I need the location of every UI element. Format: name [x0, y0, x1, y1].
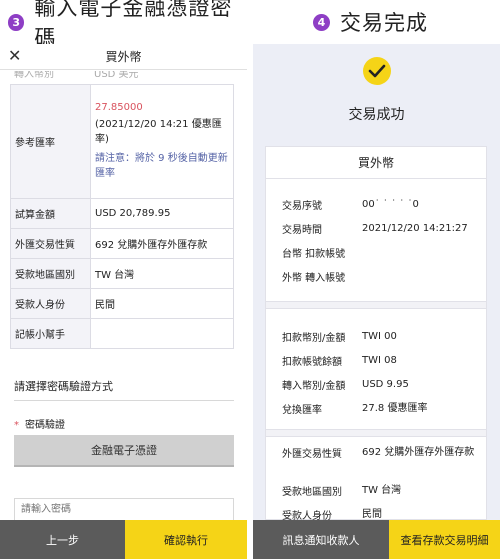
- item-value: TWI 00: [362, 331, 397, 342]
- row-value: 692 兌購外匯存外匯存款: [90, 228, 234, 259]
- item-value: USD 9.95: [362, 379, 409, 390]
- list-item: 兌換匯率 27.8 優惠匯率: [282, 401, 482, 416]
- e-certificate-button[interactable]: 金融電子憑證: [14, 435, 234, 467]
- table-row: 受款人身份 民間: [10, 288, 234, 319]
- item-key: 兌換匯率: [282, 405, 322, 416]
- item-value: 2021/12/20 14:21:27: [362, 223, 468, 234]
- table-row: 記帳小幫手: [10, 318, 234, 349]
- step-title: 交易完成: [340, 11, 428, 35]
- item-key: 轉入幣別/金額: [282, 381, 346, 392]
- item-key: 台幣 扣款帳號: [282, 249, 346, 260]
- step-header: 3 輸入電子金融憑證密碼: [0, 0, 247, 50]
- required-mark: *: [14, 420, 19, 431]
- row-value: USD 20,789.95: [90, 198, 234, 229]
- view-transaction-details-button[interactable]: 查看存款交易明細: [389, 520, 500, 559]
- item-value: 27.8 優惠匯率: [362, 403, 428, 414]
- password-step-panel: 3 輸入電子金融憑證密碼 ✕ 買外幣 轉入幣別 USD 美元 參考匯率 27.8…: [0, 0, 247, 559]
- item-key: 扣款帳號餘額: [282, 357, 342, 368]
- list-item: 受款地區國別 TW 台灣: [282, 483, 482, 498]
- receipt-card: 買外幣 交易序號 00˙ ˙ ˙ ˙ ˙0 交易時間 2021/12/20 14…: [265, 146, 487, 522]
- previous-step-button[interactable]: 上一步: [0, 520, 125, 559]
- close-icon[interactable]: ✕: [8, 47, 21, 65]
- item-key: 外匯交易性質: [282, 449, 342, 460]
- step-number-badge: 4: [313, 13, 330, 31]
- item-value: [362, 269, 482, 284]
- list-item: 扣款帳號餘額 TWI 08: [282, 353, 482, 368]
- check-circle-icon: [363, 57, 391, 85]
- step-number-badge: 3: [8, 13, 25, 31]
- rate-cell: 27.85000 (2021/12/20 14:21 優惠匯率) 請注意：將於 …: [90, 84, 234, 199]
- clipped-row: 轉入幣別 USD 美元: [10, 71, 234, 84]
- transaction-complete-panel: 4 交易完成 交易成功 買外幣 交易序號 00˙ ˙ ˙ ˙ ˙0 交易時間 2…: [253, 0, 500, 559]
- row-key: 受款地區國別: [10, 258, 91, 289]
- row-key: 受款人身份: [10, 288, 91, 319]
- rate-refresh-note: 請注意：將於 9 秒後自動更新匯率: [95, 153, 228, 179]
- nav-title: 買外幣: [105, 50, 142, 64]
- password-input[interactable]: [14, 498, 234, 520]
- action-bar: 訊息通知收款人 查看存款交易明細: [253, 520, 500, 559]
- list-item: 外幣 轉入帳號: [282, 269, 482, 284]
- notify-payee-button[interactable]: 訊息通知收款人: [253, 520, 389, 559]
- password-verify-label: * 密碼驗證: [14, 416, 65, 431]
- table-row: 參考匯率 27.85000 (2021/12/20 14:21 優惠匯率) 請注…: [10, 84, 234, 199]
- action-bar: 上一步 確認執行: [0, 520, 247, 559]
- item-value: [362, 245, 482, 260]
- item-value: 00˙ ˙ ˙ ˙ ˙0: [362, 199, 419, 210]
- list-item: 交易時間 2021/12/20 14:21:27: [282, 221, 482, 236]
- row-value: TW 台灣: [90, 258, 234, 289]
- row-key: 外匯交易性質: [10, 228, 91, 259]
- table-row: 試算金額 USD 20,789.95: [10, 198, 234, 229]
- list-item: 扣款幣別/金額 TWI 00: [282, 329, 482, 344]
- section-divider: [266, 429, 486, 437]
- rate-label: 參考匯率: [10, 84, 91, 199]
- verify-method-heading: 請選擇密碼驗證方式: [14, 380, 113, 393]
- item-value: 692 兌購外匯存外匯存款: [362, 447, 475, 458]
- item-key: 交易時間: [282, 225, 322, 236]
- row-value[interactable]: [90, 318, 234, 349]
- list-item: 交易序號 00˙ ˙ ˙ ˙ ˙0: [282, 197, 482, 212]
- card-title: 買外幣: [266, 147, 486, 179]
- rate-value: 27.85000: [95, 102, 143, 113]
- item-key: 外幣 轉入帳號: [282, 273, 346, 284]
- row-value: 民間: [90, 288, 234, 319]
- item-key: 交易序號: [282, 201, 322, 212]
- table-row: 受款地區國別 TW 台灣: [10, 258, 234, 289]
- divider: [14, 400, 234, 401]
- table-row: 外匯交易性質 692 兌購外匯存外匯存款: [10, 228, 234, 259]
- list-item: 外匯交易性質 692 兌購外匯存外匯存款: [282, 445, 482, 460]
- clipped-row-key: 轉入幣別: [14, 71, 54, 80]
- confirm-button[interactable]: 確認執行: [125, 520, 247, 559]
- row-key: 試算金額: [10, 198, 91, 229]
- nav-bar: ✕ 買外幣: [0, 44, 247, 70]
- list-item: 轉入幣別/金額 USD 9.95: [282, 377, 482, 392]
- item-value: TWI 08: [362, 355, 397, 366]
- success-title: 交易成功: [348, 107, 405, 123]
- row-key: 記帳小幫手: [10, 318, 91, 349]
- item-key: 扣款幣別/金額: [282, 333, 346, 344]
- clipped-row-value: USD 美元: [94, 71, 139, 80]
- rate-timestamp: (2021/12/20 14:21 優惠匯率): [95, 119, 222, 145]
- item-value: TW 台灣: [362, 485, 402, 496]
- password-verify-text: 密碼驗證: [25, 420, 65, 431]
- transaction-detail-table: 參考匯率 27.85000 (2021/12/20 14:21 優惠匯率) 請注…: [10, 84, 234, 349]
- step-header: 4 交易完成: [253, 0, 500, 44]
- section-divider: [266, 301, 486, 309]
- list-item: 台幣 扣款帳號: [282, 245, 482, 260]
- item-key: 受款地區國別: [282, 487, 342, 498]
